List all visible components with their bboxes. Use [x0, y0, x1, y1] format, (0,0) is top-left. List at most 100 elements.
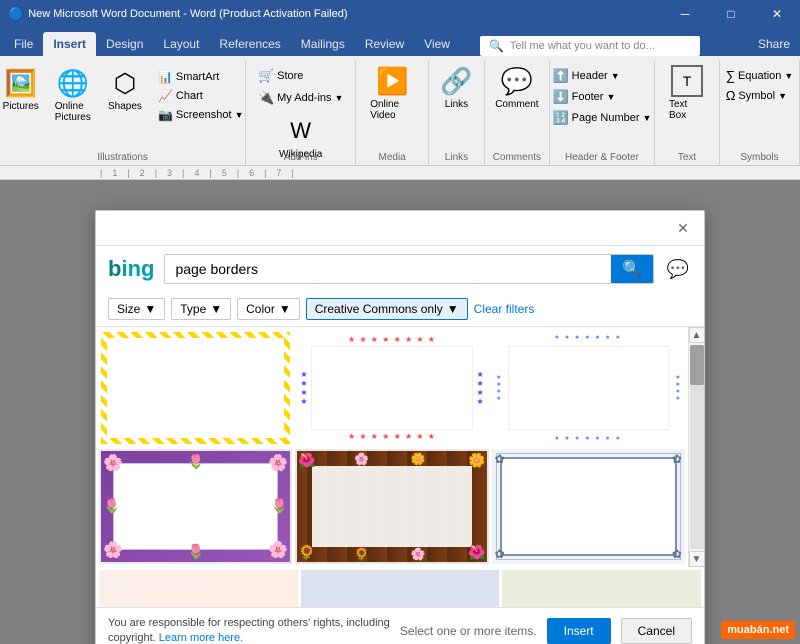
tab-design[interactable]: Design: [96, 32, 153, 56]
shapes-button[interactable]: ⬡ Shapes: [101, 64, 149, 115]
tab-share[interactable]: Share: [748, 32, 800, 56]
bing-search-button[interactable]: 🔍: [611, 255, 653, 283]
online-video-label: Online Video: [370, 99, 414, 121]
color-filter-label: Color: [246, 302, 275, 316]
equation-button[interactable]: ∑ Equation ▼: [721, 66, 799, 85]
grid-scrollbar[interactable]: ▲ ▼: [688, 327, 704, 567]
creative-commons-chevron: ▼: [447, 302, 459, 316]
store-label: Store: [277, 70, 303, 82]
title-bar: 🔵 New Microsoft Word Document - Word (Pr…: [0, 0, 800, 28]
wikipedia-icon: W: [285, 115, 317, 147]
clear-filters-link[interactable]: Clear filters: [474, 302, 535, 316]
online-pictures-button[interactable]: 🌐 Online Pictures: [49, 64, 97, 126]
dialog-overlay: ✕ bing 🔍 💬 Size ▼ Type: [0, 180, 800, 644]
filter-bar: Size ▼ Type ▼ Color ▼ Creative Commons o…: [96, 292, 704, 327]
dialog-chat-icon[interactable]: 💬: [664, 255, 692, 283]
bing-search-box[interactable]: 🔍: [164, 254, 654, 284]
tab-mailings[interactable]: Mailings: [291, 32, 355, 56]
grid-item-6[interactable]: ✿ ✿ ✿ ✿: [492, 449, 685, 565]
ribbon-search-container[interactable]: 🔍 Tell me what you want to do...: [480, 36, 700, 56]
ribbon-tab-bar: File Insert Design Layout References Mai…: [0, 28, 800, 56]
size-filter[interactable]: Size ▼: [108, 298, 165, 320]
tab-layout[interactable]: Layout: [153, 32, 209, 56]
symbol-button[interactable]: Ω Symbol ▼: [721, 86, 799, 105]
pictures-button[interactable]: 🖼️ Pictures: [0, 64, 45, 115]
color-filter[interactable]: Color ▼: [237, 298, 300, 320]
page-number-label: Page Number: [572, 112, 640, 124]
comments-group-label: Comments: [485, 152, 549, 163]
dialog-close-button[interactable]: ✕: [672, 217, 694, 239]
minimize-button[interactable]: ─: [662, 0, 708, 28]
dialog-titlebar: ✕: [96, 211, 704, 246]
footer-button[interactable]: ⬇️ Footer ▼: [547, 87, 656, 107]
header-footer-group-label: Header & Footer: [550, 152, 654, 163]
type-filter[interactable]: Type ▼: [171, 298, 231, 320]
tab-insert[interactable]: Insert: [43, 32, 96, 56]
insert-button[interactable]: Insert: [547, 618, 611, 644]
maximize-button[interactable]: □: [708, 0, 754, 28]
page-number-icon: 🔢: [552, 110, 568, 126]
links-button[interactable]: 🔗 Links: [432, 62, 480, 113]
main-area: ✕ bing 🔍 💬 Size ▼ Type: [0, 180, 800, 644]
footer-notice: You are responsible for respecting other…: [108, 616, 390, 644]
size-filter-chevron: ▼: [144, 302, 156, 316]
myaddin-label: My Add-ins: [277, 92, 331, 104]
creative-commons-filter[interactable]: Creative Commons only ▼: [306, 298, 468, 320]
dialog-footer: You are responsible for respecting other…: [96, 607, 704, 644]
footer-select-hint: Select one or more items.: [400, 624, 537, 638]
chart-icon: 📈: [158, 89, 173, 103]
symbol-label: Symbol: [738, 90, 775, 102]
size-filter-label: Size: [117, 302, 140, 316]
grid-item-1[interactable]: [99, 330, 292, 446]
myaddin-icon: 🔌: [258, 90, 274, 106]
scrollbar-thumb[interactable]: [690, 345, 704, 385]
store-icon: 🛒: [258, 68, 274, 84]
tab-review[interactable]: Review: [355, 32, 414, 56]
grid-item-5[interactable]: 🌺 🌼 🌻 🌺 🌸 🌼 🌻 🌸: [295, 449, 488, 565]
grid-partial-row: [96, 567, 704, 607]
header-button[interactable]: ⬆️ Header ▼: [547, 66, 656, 86]
close-button[interactable]: ✕: [754, 0, 800, 28]
textbox-button[interactable]: T Text Box: [663, 62, 711, 124]
online-pictures-label: Online Pictures: [55, 101, 91, 123]
grid-item-3[interactable]: ● ● ● ● ● ● ● ● ● ● ● ● ● ● ●●●● ●●●●: [492, 330, 685, 446]
scrollbar-down-button[interactable]: ▼: [689, 551, 705, 567]
cancel-button[interactable]: Cancel: [621, 618, 692, 644]
grid-item-2[interactable]: ★ ★ ★ ★ ★ ★ ★ ★ ★ ★ ★ ★ ★ ★ ★ ★ ★★★★ ★★★…: [295, 330, 488, 446]
title-bar-label: New Microsoft Word Document - Word (Prod…: [28, 8, 347, 20]
page-number-button[interactable]: 🔢 Page Number ▼: [547, 108, 656, 128]
header-icon: ⬆️: [552, 68, 568, 84]
store-button[interactable]: 🛒 Store: [253, 66, 308, 86]
text-group-label: Text: [655, 152, 719, 163]
scrollbar-up-button[interactable]: ▲: [689, 327, 705, 343]
ruler: | 1 | 2 | 3 | 4 | 5 | 6 | 7 |: [0, 166, 800, 180]
bing-search-input[interactable]: [165, 255, 611, 283]
smartart-button[interactable]: 📊 SmartArt: [153, 68, 249, 86]
title-bar-controls: ─ □ ✕: [662, 0, 800, 28]
illustrations-label: Illustrations: [0, 152, 245, 163]
comment-button[interactable]: 💬 Comment: [489, 62, 544, 113]
online-pictures-icon: 🌐: [57, 67, 89, 99]
addins-group: 🛒 Store 🔌 My Add-ins ▼ W Wikipedia Add-i…: [246, 60, 356, 165]
color-filter-chevron: ▼: [279, 302, 291, 316]
online-video-button[interactable]: ▶️ Online Video: [364, 62, 420, 124]
type-filter-chevron: ▼: [210, 302, 222, 316]
footer-learn-more-link[interactable]: Learn more here.: [159, 632, 243, 644]
ribbon-search-placeholder: Tell me what you want to do...: [510, 40, 655, 52]
tab-view[interactable]: View: [414, 32, 460, 56]
grid-item-4[interactable]: 🌸 🌸 🌸 🌸 🌷 🌷 🌷 🌷: [99, 449, 292, 565]
links-label-group: Links: [429, 152, 484, 163]
watermark: muabán.net: [721, 621, 795, 639]
smartart-icon: 📊: [158, 70, 173, 84]
chart-button[interactable]: 📈 Chart: [153, 87, 249, 105]
myaddin-button[interactable]: 🔌 My Add-ins ▼: [253, 88, 349, 108]
creative-commons-label: Creative Commons only: [315, 302, 443, 316]
tab-references[interactable]: References: [209, 32, 290, 56]
tab-file[interactable]: File: [4, 32, 43, 56]
symbols-group-label: Symbols: [720, 152, 799, 163]
screenshot-icon: 📷: [158, 108, 173, 122]
screenshot-button[interactable]: 📷 Screenshot ▼: [153, 106, 249, 124]
comment-icon: 💬: [501, 65, 533, 97]
header-footer-group: ⬆️ Header ▼ ⬇️ Footer ▼ 🔢 Page Number ▼ …: [550, 60, 655, 165]
bing-logo: bing: [108, 256, 154, 282]
